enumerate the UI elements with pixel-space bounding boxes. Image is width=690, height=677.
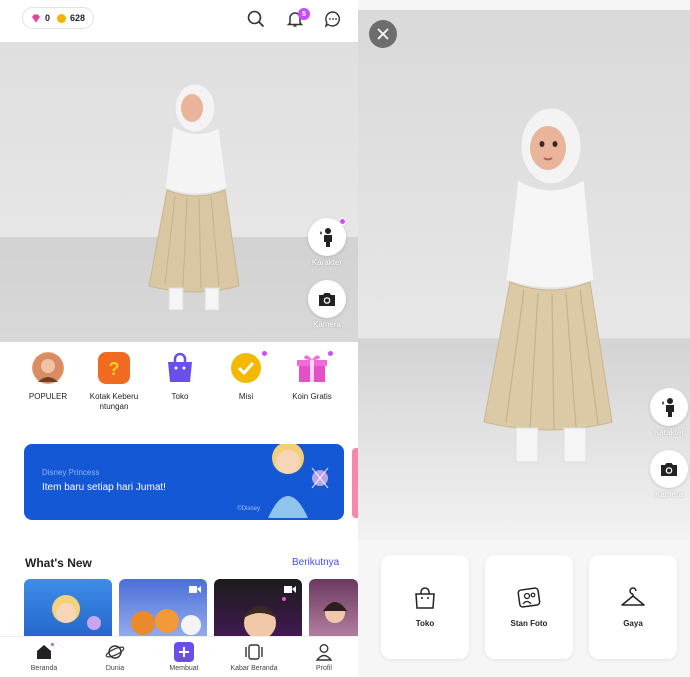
top-bar: 0 628 5 bbox=[0, 0, 358, 42]
search-icon bbox=[247, 10, 265, 28]
bottom-nav: Beranda Dunia Membuat Kabar Beranda Prof… bbox=[0, 636, 358, 677]
nav-create[interactable]: Membuat bbox=[154, 641, 214, 672]
character-icon bbox=[320, 228, 332, 247]
camera-button[interactable] bbox=[650, 450, 688, 488]
video-camera-icon bbox=[189, 586, 201, 593]
character-icon bbox=[662, 398, 674, 417]
gift-new-dot bbox=[327, 350, 334, 357]
princess-illustration bbox=[268, 444, 329, 518]
avatar-figure-large[interactable] bbox=[466, 100, 636, 470]
avatar-scene-large: Karakter Kamera bbox=[358, 10, 690, 540]
nav-profile[interactable]: Profil bbox=[294, 641, 354, 672]
nav-label: Membuat bbox=[169, 665, 199, 672]
shop-card[interactable]: Toko bbox=[381, 555, 469, 659]
quick-item-label: Toko bbox=[171, 392, 189, 401]
currency-pill[interactable]: 0 628 bbox=[22, 7, 95, 29]
home-new-dot bbox=[50, 642, 55, 647]
character-new-dot bbox=[339, 218, 346, 225]
avatar-detail-screen: Karakter Kamera Toko Stan Foto Gaya bbox=[358, 0, 690, 677]
whats-new-title: What's New bbox=[25, 556, 92, 570]
shop-bag-icon bbox=[415, 587, 435, 609]
gem-icon bbox=[32, 14, 40, 22]
camera-icon bbox=[319, 293, 335, 306]
photo-booth-card[interactable]: Stan Foto bbox=[485, 555, 573, 659]
chat-icon bbox=[324, 11, 340, 28]
mission-new-dot bbox=[261, 350, 268, 357]
banner-title: Item baru setiap hari Jumat! bbox=[42, 482, 166, 493]
nav-label: Beranda bbox=[30, 665, 58, 672]
planet-icon bbox=[105, 645, 125, 659]
close-icon bbox=[377, 28, 389, 40]
video-camera-icon bbox=[284, 586, 296, 593]
nav-world[interactable]: Dunia bbox=[85, 641, 145, 672]
banner-copyright: ©Disney bbox=[237, 506, 260, 512]
nav-feed[interactable]: Kabar Beranda bbox=[224, 641, 284, 672]
style-card[interactable]: Gaya bbox=[589, 555, 677, 659]
home-screen: 0 628 5 Karakter Kamera POPULER ? Kotak … bbox=[0, 0, 358, 677]
photo-booth-icon bbox=[517, 587, 541, 608]
quick-item-label: POPULER bbox=[28, 392, 68, 401]
character-button[interactable] bbox=[308, 218, 346, 256]
feed-icon bbox=[245, 644, 263, 660]
plus-icon bbox=[174, 642, 194, 662]
notification-badge: 5 bbox=[298, 8, 310, 20]
gift-icon bbox=[296, 350, 334, 384]
mission-check-icon bbox=[230, 350, 268, 384]
quick-item-free-coins[interactable]: Koin Gratis bbox=[277, 350, 347, 402]
style-card-label: Gaya bbox=[623, 619, 643, 628]
notifications-button[interactable]: 5 bbox=[282, 6, 310, 32]
nav-label: Profil bbox=[316, 665, 332, 672]
camera-label: Kamera bbox=[654, 490, 683, 499]
character-label: Karakter bbox=[311, 258, 343, 267]
photo-booth-card-label: Stan Foto bbox=[510, 619, 548, 628]
hanger-icon bbox=[621, 587, 645, 606]
quick-menu: POPULER ? Kotak Keberu ntungan Toko Misi… bbox=[0, 350, 358, 422]
nav-label: Kabar Beranda bbox=[230, 665, 278, 672]
camera-icon bbox=[661, 463, 677, 476]
character-label: Karakter bbox=[653, 428, 685, 437]
nav-home[interactable]: Beranda bbox=[14, 641, 74, 672]
lucky-box-icon: ? bbox=[98, 352, 130, 384]
close-button[interactable] bbox=[369, 20, 397, 48]
chat-button[interactable] bbox=[320, 6, 346, 32]
promo-banner[interactable]: Disney Princess Item baru setiap hari Ju… bbox=[24, 444, 344, 520]
coin-count: 628 bbox=[70, 13, 86, 23]
banner-subtitle: Disney Princess bbox=[42, 468, 100, 477]
profile-icon bbox=[315, 644, 333, 661]
shop-bag-icon bbox=[164, 352, 196, 384]
quick-item-popular[interactable]: POPULER bbox=[13, 352, 83, 402]
nav-label: Dunia bbox=[105, 665, 125, 672]
quick-item-shop[interactable]: Toko bbox=[145, 352, 215, 402]
gem-count: 0 bbox=[45, 13, 51, 23]
quick-item-lucky-box[interactable]: ? Kotak Keberu ntungan bbox=[79, 352, 149, 412]
whats-new-more-link[interactable]: Berikutnya bbox=[292, 557, 339, 568]
search-button[interactable] bbox=[243, 6, 269, 32]
avatar-figure[interactable] bbox=[135, 78, 255, 318]
svg-text:?: ? bbox=[109, 359, 120, 379]
avatar-icon bbox=[32, 352, 64, 384]
camera-label: Kamera bbox=[312, 320, 341, 329]
quick-item-mission[interactable]: Misi bbox=[211, 350, 281, 402]
camera-button[interactable] bbox=[308, 280, 346, 318]
avatar-scene: Karakter Kamera bbox=[0, 42, 358, 342]
quick-item-label: Kotak Keberu ntungan bbox=[89, 392, 139, 411]
coin-icon bbox=[57, 13, 67, 23]
quick-item-label: Misi bbox=[238, 392, 254, 401]
character-button[interactable] bbox=[650, 388, 688, 426]
quick-item-label: Koin Gratis bbox=[292, 392, 332, 401]
shop-card-label: Toko bbox=[415, 619, 435, 628]
